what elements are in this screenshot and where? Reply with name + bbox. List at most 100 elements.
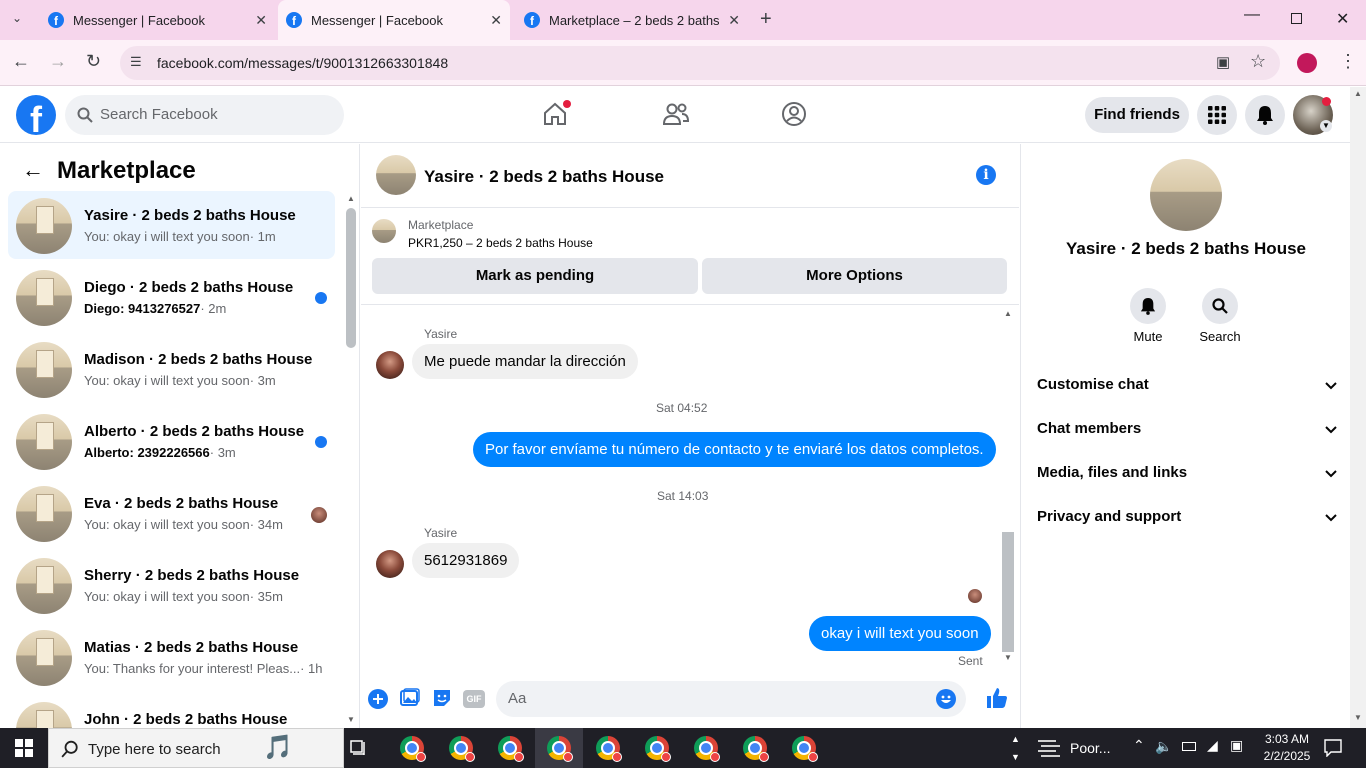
browser-menu-icon[interactable]: ⋮ [1339, 51, 1357, 72]
bookmark-star-icon[interactable]: ☆ [1250, 51, 1266, 72]
browser-tab-1[interactable]: f Messenger | Facebook ✕ [40, 0, 275, 40]
conversation-item[interactable]: Eva · 2 beds 2 baths House You: okay i w… [8, 479, 335, 547]
back-icon[interactable]: ← [12, 51, 30, 72]
incoming-message[interactable]: Me puede mandar la dirección [412, 344, 638, 379]
page-scrollbar[interactable]: ▲ ▼ [1350, 87, 1366, 728]
close-tab-icon[interactable]: ✕ [255, 12, 267, 29]
sender-avatar[interactable] [376, 550, 404, 578]
facebook-search-input[interactable]: Search Facebook [65, 95, 344, 135]
details-listing-avatar[interactable] [1150, 159, 1222, 231]
battery-icon[interactable] [1182, 742, 1196, 751]
browser-tab-3[interactable]: f Marketplace – 2 beds 2 baths H ✕ [516, 0, 748, 40]
conversation-item[interactable]: Sherry · 2 beds 2 baths House You: okay … [8, 551, 335, 619]
conversation-item[interactable]: Diego · 2 beds 2 baths House Diego: 9413… [8, 263, 335, 331]
taskbar-chrome-9[interactable] [780, 728, 828, 768]
media-files-links-section[interactable]: Media, files and links [1037, 464, 1337, 488]
outgoing-message[interactable]: okay i will text you soon [809, 616, 991, 651]
notifications-button[interactable] [1245, 95, 1285, 135]
volume-icon[interactable]: 🔈 [1155, 738, 1172, 755]
taskbar-chrome-2[interactable] [437, 728, 485, 768]
listing-thumbnail[interactable] [372, 219, 396, 243]
taskbar-chrome-6[interactable] [633, 728, 681, 768]
scroll-up-arrow-icon[interactable]: ▲ [1354, 89, 1362, 98]
taskbar-chrome-1[interactable] [388, 728, 436, 768]
minimize-window-icon[interactable]: — [1244, 6, 1260, 24]
customise-chat-section[interactable]: Customise chat [1037, 376, 1337, 400]
menu-button[interactable] [1197, 95, 1237, 135]
thumbs-up-icon[interactable] [986, 687, 1008, 709]
back-arrow-icon[interactable]: ← [22, 157, 44, 183]
browser-tab-2[interactable]: f Messenger | Facebook ✕ [278, 0, 510, 40]
profile-badge [416, 752, 426, 762]
conversation-item[interactable]: Yasire · 2 beds 2 baths House You: okay … [8, 191, 335, 259]
facebook-logo-icon[interactable]: f [16, 95, 56, 135]
taskbar-search-input[interactable]: Type here to search 🎵 [48, 728, 344, 768]
groups-icon[interactable] [781, 101, 807, 127]
plus-circle-icon[interactable] [368, 689, 388, 709]
message-scrollbar[interactable] [1002, 532, 1014, 652]
chevron-down-icon[interactable]: ▼ [1320, 120, 1332, 132]
site-info-icon[interactable]: ☰ [130, 54, 142, 70]
taskbar-chrome-8[interactable] [731, 728, 779, 768]
new-tab-icon[interactable]: + [760, 8, 772, 31]
scroll-down-arrow-icon[interactable]: ▼ [347, 715, 355, 724]
sender-avatar[interactable] [376, 351, 404, 379]
mute-button[interactable] [1130, 288, 1166, 324]
chat-listing-avatar[interactable] [376, 155, 416, 195]
mark-as-pending-button[interactable]: Mark as pending [372, 258, 698, 294]
incoming-message[interactable]: 5612931869 [412, 543, 520, 578]
chat-members-section[interactable]: Chat members [1037, 420, 1337, 444]
task-view-icon[interactable] [350, 740, 368, 756]
close-window-icon[interactable]: ✕ [1336, 9, 1349, 29]
scroll-down-arrow-icon[interactable]: ▼ [1354, 713, 1362, 722]
info-icon[interactable]: i [976, 165, 996, 185]
section-label: Chat members [1037, 420, 1142, 437]
windows-start-icon[interactable] [15, 739, 33, 757]
conversation-item[interactable]: John · 2 beds 2 baths House [8, 695, 335, 728]
gif-icon[interactable]: GIF [463, 690, 485, 708]
photo-icon[interactable] [400, 688, 420, 708]
friends-icon[interactable] [662, 101, 690, 127]
taskbar-chrome-7[interactable] [682, 728, 730, 768]
message-input[interactable]: Aa [496, 681, 966, 717]
listing-price-title[interactable]: PKR1,250 – 2 beds 2 baths House [408, 236, 593, 250]
restore-window-icon[interactable] [1291, 13, 1302, 24]
taskbar-scroll-arrows-icon[interactable]: ▲ ▼ [1011, 730, 1020, 766]
close-tab-icon[interactable]: ✕ [490, 12, 502, 29]
chat-title[interactable]: Yasire · 2 beds 2 baths House [424, 167, 664, 187]
emoji-icon[interactable] [936, 689, 956, 709]
scroll-up-arrow-icon[interactable]: ▲ [1004, 309, 1012, 318]
taskbar-chrome-5[interactable] [584, 728, 632, 768]
weather-widget[interactable]: Poor... [1036, 728, 1110, 768]
more-options-button[interactable]: More Options [702, 258, 1007, 294]
conversation-item[interactable]: Madison · 2 beds 2 baths House You: okay… [8, 335, 335, 403]
conversation-item[interactable]: Matias · 2 beds 2 baths House You: Thank… [8, 623, 335, 691]
clock-date: 2/2/2025 [1263, 749, 1311, 763]
url-text[interactable]: facebook.com/messages/t/9001312663301848 [157, 55, 448, 71]
meet-now-icon[interactable]: ▣ [1230, 737, 1243, 754]
scroll-down-arrow-icon[interactable]: ▼ [1004, 653, 1012, 662]
profile-icon[interactable] [1297, 53, 1317, 73]
wifi-icon[interactable]: ◢ [1207, 737, 1218, 754]
privacy-support-section[interactable]: Privacy and support [1037, 508, 1337, 532]
conversation-item[interactable]: Alberto · 2 beds 2 baths House Alberto: … [8, 407, 335, 475]
address-bar[interactable]: ☰ facebook.com/messages/t/90013126633018… [120, 46, 1280, 80]
show-hidden-icons-icon[interactable]: ⌃ [1133, 737, 1145, 754]
taskbar-chrome-4[interactable] [535, 728, 583, 768]
sidebar-scrollbar[interactable] [346, 208, 356, 348]
sticker-icon[interactable] [432, 688, 452, 708]
apps-grid-icon [1208, 106, 1226, 124]
search-conversation-button[interactable] [1202, 288, 1238, 324]
taskbar-chrome-3[interactable] [486, 728, 534, 768]
install-app-icon[interactable]: ▣ [1216, 53, 1230, 71]
outgoing-message[interactable]: Por favor envíame tu número de contacto … [473, 432, 996, 467]
scroll-up-arrow-icon[interactable]: ▲ [347, 194, 355, 203]
reload-icon[interactable]: ↻ [86, 51, 101, 72]
close-tab-icon[interactable]: ✕ [728, 12, 740, 29]
find-friends-button[interactable]: Find friends [1085, 97, 1189, 133]
tab-list-dropdown-icon[interactable]: ⌄ [12, 11, 22, 25]
forward-icon[interactable]: → [49, 51, 67, 72]
clock[interactable]: 3:03 AM 2/2/2025 [1252, 731, 1322, 765]
search-highlight-icon[interactable]: 🎵 [263, 733, 293, 762]
notification-center-icon[interactable] [1324, 739, 1342, 757]
